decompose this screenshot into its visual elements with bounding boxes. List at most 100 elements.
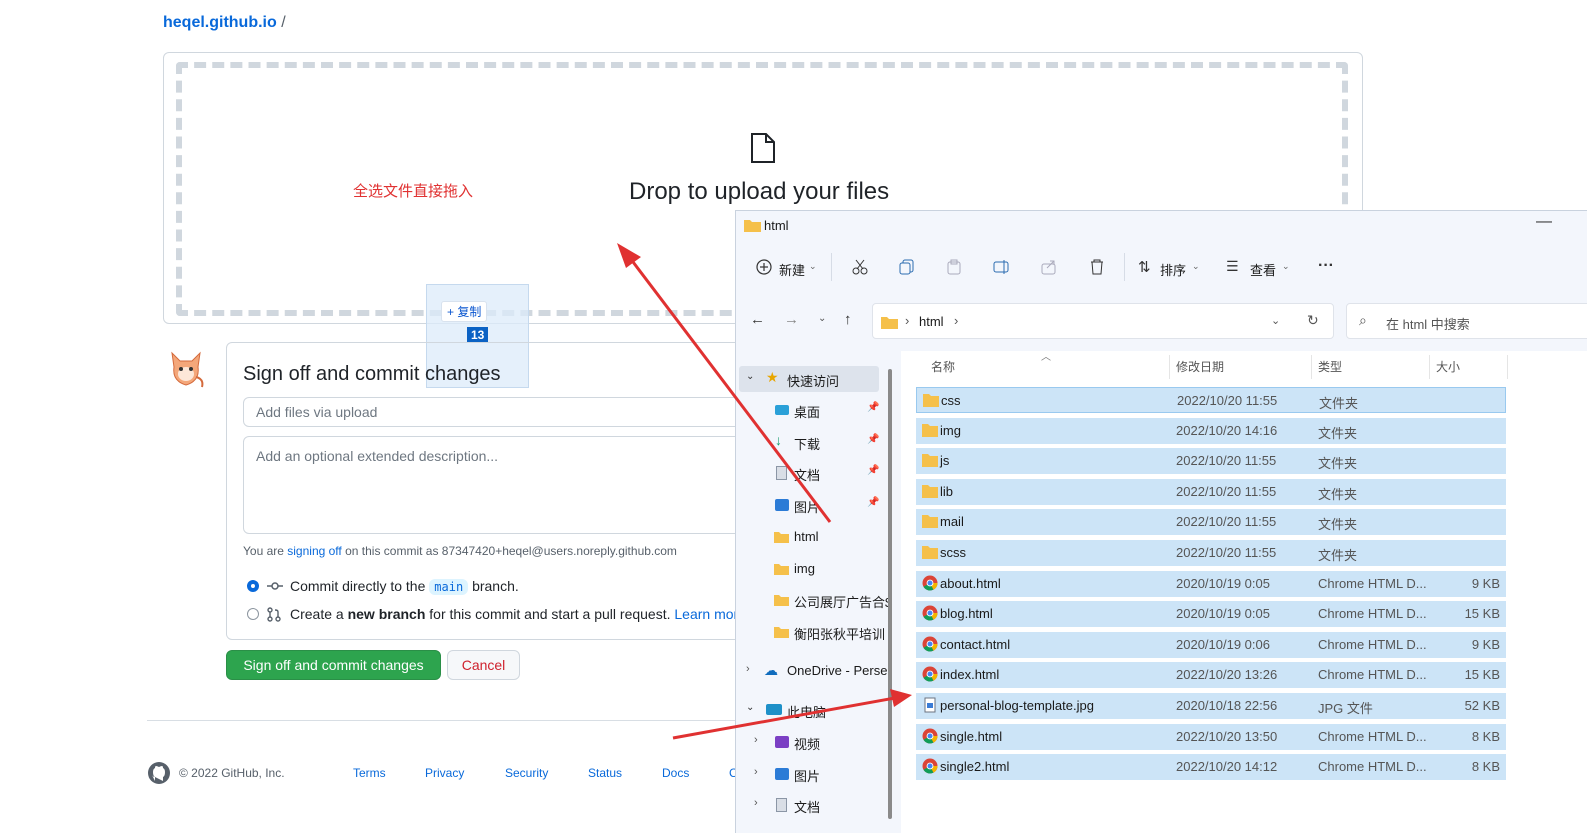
file-name: lib — [940, 483, 954, 499]
folder-icon — [922, 546, 938, 559]
paste-icon[interactable] — [946, 259, 962, 275]
sidebar-item-folder[interactable]: 公司展厅广告合$ — [736, 592, 892, 618]
file-row[interactable]: about.html 2020/10/19 0:05 Chrome HTML D..… — [916, 570, 1506, 597]
file-name: css — [941, 393, 961, 408]
back-arrow-icon[interactable]: ← — [750, 311, 765, 328]
chrome-icon — [922, 728, 938, 744]
sidebar-item-img[interactable]: img — [736, 561, 886, 587]
window-title: html — [764, 218, 789, 233]
drag-copy-label: + 复制 — [441, 301, 488, 322]
search-box[interactable]: ⌕ 在 html 中搜索 — [1346, 303, 1587, 339]
sidebar-scrollbar[interactable] — [888, 369, 892, 819]
commit-direct-radio[interactable] — [247, 580, 259, 592]
chevron-down-icon: ⌄ — [746, 702, 755, 713]
file-row[interactable]: mail 2022/10/20 11:55 文件夹 — [916, 509, 1506, 536]
sidebar-item-onedrive[interactable]: › ☁ OneDrive - Perse — [736, 662, 888, 689]
folder-icon — [922, 454, 938, 468]
forward-arrow-icon[interactable]: → — [784, 311, 799, 328]
github-logo-icon[interactable] — [147, 761, 171, 785]
signing-off-link[interactable]: signing off — [287, 544, 342, 558]
cloud-icon: ☁ — [764, 662, 778, 678]
file-row[interactable]: single2.html 2022/10/20 14:12 Chrome HTML … — [916, 754, 1506, 781]
sidebar-item-downloads[interactable]: ↓ 下载 📌 — [736, 432, 886, 460]
rename-icon[interactable] — [993, 259, 1011, 275]
delete-icon[interactable] — [1089, 259, 1105, 275]
sidebar-item-desktop[interactable]: 桌面 📌 — [736, 402, 886, 428]
address-dropdown-icon[interactable]: ⌄ — [1271, 314, 1280, 327]
sidebar-label: OneDrive - Perse — [787, 663, 888, 678]
commit-direct-suffix: branch. — [472, 578, 519, 594]
sidebar-label: 公司展厅广告合$ — [794, 595, 893, 610]
commit-summary-input[interactable]: Add files via upload — [243, 397, 743, 427]
sidebar-label: 桌面 — [794, 405, 821, 420]
share-icon[interactable] — [1041, 259, 1057, 275]
file-row[interactable]: personal-blog-template.jpg 2020/10/18 22:… — [916, 693, 1506, 719]
chrome-icon — [922, 666, 938, 682]
new-branch-suffix: for this commit and start a pull request… — [425, 606, 671, 622]
chevron-right-icon: › — [754, 797, 758, 809]
sidebar-item-quick-access[interactable]: ⌄ ★ 快速访问 — [736, 369, 886, 397]
recent-chevron-icon[interactable]: ⌄ — [818, 313, 826, 324]
address-bar[interactable]: › html › ⌄ ↻ — [872, 303, 1334, 339]
sidebar-item-pictures[interactable]: › 图片 — [736, 766, 886, 792]
column-header-size[interactable]: 大小 — [1436, 358, 1460, 375]
star-icon: ★ — [766, 369, 779, 385]
sidebar-item-this-pc[interactable]: ⌄ 此电脑 — [736, 702, 886, 728]
commit-description-textarea[interactable]: Add an optional extended description... — [243, 436, 743, 534]
sidebar-label: 衡阳张秋平培训 — [794, 627, 886, 642]
file-row[interactable]: scss 2022/10/20 11:55 文件夹 — [916, 540, 1506, 566]
sidebar-item-documents[interactable]: 文档 📌 — [736, 465, 886, 491]
cancel-button[interactable]: Cancel — [447, 650, 520, 680]
footer-link-privacy[interactable]: Privacy — [425, 766, 464, 780]
search-placeholder: 在 html 中搜索 — [1386, 317, 1470, 332]
sidebar-item-documents[interactable]: › 文档 — [736, 797, 886, 823]
up-arrow-icon[interactable]: ↑ — [844, 311, 852, 328]
file-type: Chrome HTML D... — [1318, 636, 1427, 652]
file-row[interactable]: js 2022/10/20 11:55 文件夹 — [916, 448, 1506, 475]
chevron-down-icon: ⌄ — [809, 261, 817, 271]
address-segment-html[interactable]: html — [919, 314, 944, 329]
sidebar-item-videos[interactable]: › 视频 — [736, 734, 886, 760]
cut-icon[interactable] — [852, 259, 868, 275]
drop-upload-text: Drop to upload your files — [629, 178, 890, 205]
file-row[interactable]: blog.html 2020/10/19 0:05 Chrome HTML D...… — [916, 601, 1506, 628]
file-row[interactable]: lib 2022/10/20 11:55 文件夹 — [916, 478, 1506, 505]
pin-icon: 📌 — [867, 402, 880, 413]
sidebar-label: html — [794, 529, 819, 544]
column-header-type[interactable]: 类型 — [1318, 358, 1342, 375]
sidebar-item-pictures[interactable]: 图片 📌 — [736, 497, 886, 523]
file-row[interactable]: css 2022/10/20 11:55 文件夹 — [916, 387, 1506, 413]
file-row[interactable]: contact.html 2020/10/19 0:06 Chrome HTML D… — [916, 631, 1506, 658]
file-date: 2022/10/20 13:26 — [1176, 667, 1278, 683]
footer-link-terms[interactable]: Terms — [353, 766, 386, 780]
file-row[interactable]: index.html 2022/10/20 13:26 Chrome HTML D.… — [916, 662, 1506, 689]
file-row[interactable]: single.html 2022/10/20 13:50 Chrome HTML D… — [916, 723, 1506, 750]
sidebar-label: 文档 — [794, 468, 821, 483]
picture-icon — [775, 768, 789, 780]
file-date: 2022/10/20 11:55 — [1176, 483, 1277, 499]
minimize-button[interactable]: — — [1536, 213, 1552, 231]
column-header-date[interactable]: 修改日期 — [1176, 358, 1224, 375]
file-type: Chrome HTML D... — [1318, 606, 1427, 622]
more-options-icon[interactable]: ··· — [1318, 257, 1334, 275]
copy-icon[interactable] — [899, 259, 915, 275]
avatar — [171, 351, 204, 388]
file-row[interactable]: img 2022/10/20 14:16 文件夹 — [916, 417, 1506, 444]
file-size: 9 KB — [1471, 636, 1500, 652]
repo-link[interactable]: heqel.github.io — [163, 14, 277, 31]
document-icon — [776, 466, 787, 480]
file-type: 文件夹 — [1319, 396, 1359, 411]
sidebar-item-folder[interactable]: 衡阳张秋平培训 — [736, 624, 886, 650]
column-header-name[interactable]: 名称 — [931, 358, 955, 375]
commit-heading: Sign off and commit changes — [243, 363, 501, 385]
sidebar-item-html[interactable]: html — [736, 529, 886, 555]
folder-icon — [922, 423, 938, 437]
footer-link-security[interactable]: Security — [505, 766, 548, 780]
footer-link-status[interactable]: Status — [588, 766, 622, 780]
refresh-icon[interactable]: ↻ — [1307, 312, 1319, 329]
breadcrumb-chevron-icon: › — [905, 313, 910, 328]
file-date: 2022/10/20 13:50 — [1176, 728, 1278, 744]
new-branch-radio[interactable] — [247, 608, 259, 620]
sign-off-commit-button[interactable]: Sign off and commit changes — [226, 650, 441, 680]
footer-link-docs[interactable]: Docs — [662, 766, 689, 780]
